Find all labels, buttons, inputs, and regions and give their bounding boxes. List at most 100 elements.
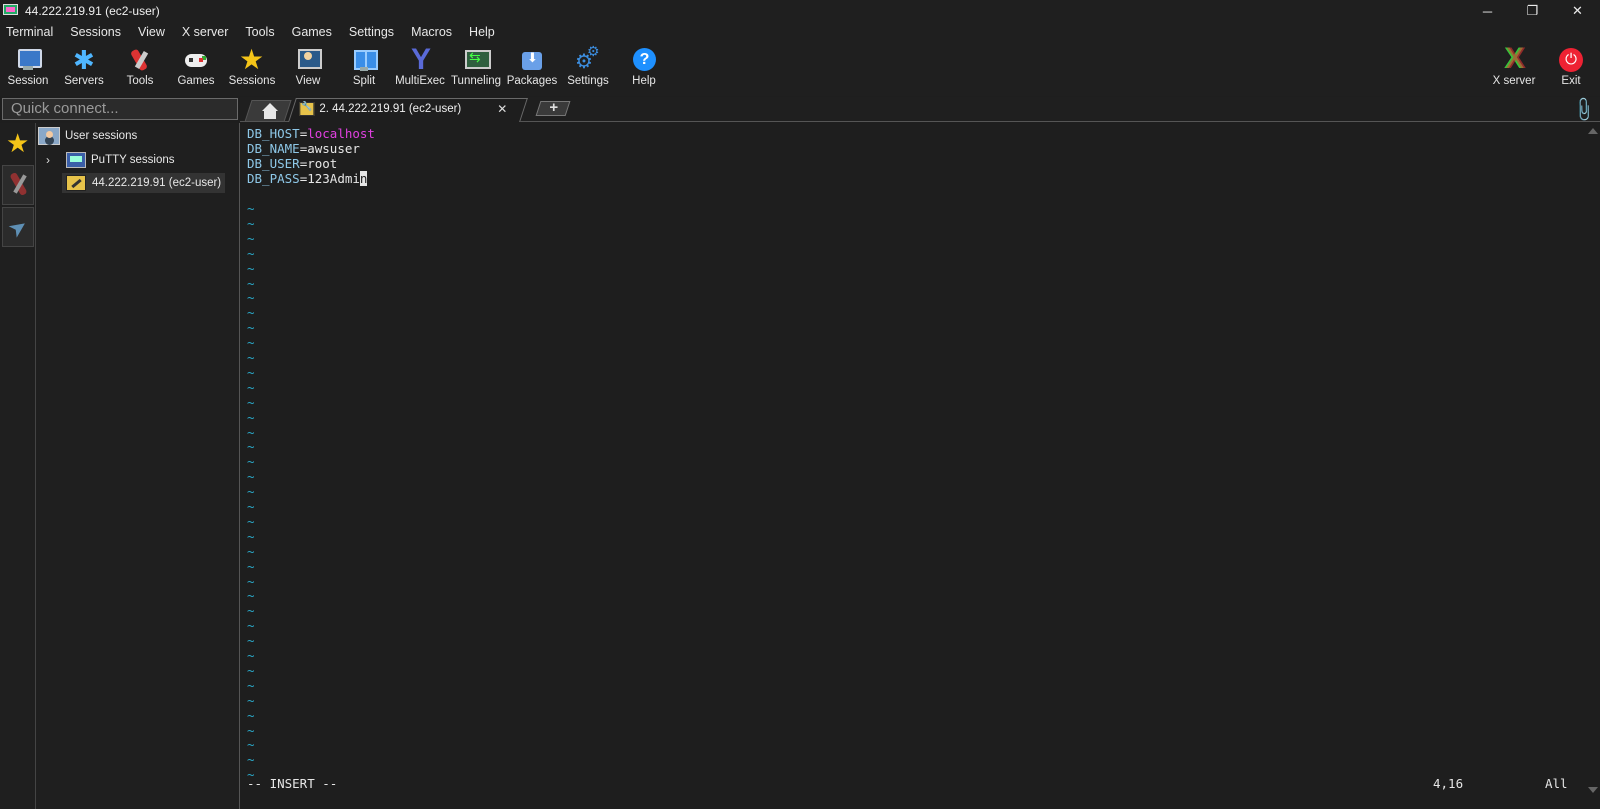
tab-close-icon[interactable]: ✕	[497, 102, 507, 116]
tab-session[interactable]: 2. 44.222.219.91 (ec2-user) ✕	[288, 98, 528, 122]
tilde-line: ~	[247, 260, 255, 276]
tilde-line: ~	[247, 543, 255, 559]
view-button[interactable]: View	[280, 44, 336, 94]
menu-view[interactable]: View	[138, 25, 165, 39]
tilde-line: ~	[247, 454, 255, 470]
help-button[interactable]: Help	[616, 44, 672, 94]
menu-xserver[interactable]: X server	[182, 25, 229, 39]
close-button[interactable]: ✕	[1555, 0, 1600, 22]
restore-button[interactable]: ❐	[1510, 0, 1555, 22]
tilde-line: ~	[247, 409, 255, 425]
tilde-line: ~	[247, 707, 255, 723]
split-button[interactable]: Split	[336, 44, 392, 94]
settings-button[interactable]: Settings	[560, 43, 616, 94]
servers-label: Servers	[64, 75, 104, 87]
tilde-line: ~	[247, 513, 255, 529]
tilde-line: ~	[247, 290, 255, 306]
tree-putty-sessions-label: PuTTY sessions	[91, 154, 175, 166]
tree-user-sessions[interactable]: User sessions	[38, 126, 137, 146]
tools-label: Tools	[126, 75, 154, 87]
sessions-label: Sessions	[228, 75, 276, 87]
scroll-indicator: All	[1545, 776, 1568, 791]
menu-bar: Terminal Sessions View X server Tools Ga…	[0, 22, 1600, 42]
quick-connect-input[interactable]: Quick connect...	[2, 98, 238, 120]
tilde-line: ~	[247, 245, 255, 261]
xserver-icon	[1501, 42, 1527, 76]
window-title: 44.222.219.91 (ec2-user)	[25, 4, 160, 18]
menu-tools[interactable]: Tools	[245, 25, 274, 39]
tilde-line: ~	[247, 305, 255, 321]
games-label: Games	[177, 75, 215, 87]
tree-active-session[interactable]: 44.222.219.91 (ec2-user)	[62, 173, 226, 193]
tilde-line: ~	[247, 335, 255, 351]
tree-putty-sessions[interactable]: › PuTTY sessions	[42, 150, 175, 170]
sidebar-vertical-tabs	[0, 123, 36, 809]
session-button[interactable]: Session	[0, 44, 56, 94]
tilde-line: ~	[247, 394, 255, 410]
terminal-line: DB_PASS=123Admin	[247, 171, 368, 186]
tools-button[interactable]: Tools	[112, 44, 168, 94]
tilde-line: ~	[247, 275, 255, 291]
vtab-sessions[interactable]	[2, 125, 34, 165]
scroll-up-icon[interactable]	[1588, 128, 1598, 134]
user-icon	[38, 127, 60, 145]
split-icon	[351, 47, 378, 73]
scroll-down-icon[interactable]	[1588, 787, 1598, 793]
tilde-line: ~	[247, 424, 255, 440]
gamepad-icon	[183, 47, 209, 73]
servers-button[interactable]: Servers	[56, 44, 112, 94]
tilde-line: ~	[247, 320, 255, 336]
terminal-scrollbar[interactable]	[1584, 124, 1600, 809]
new-tab-button[interactable]: +	[535, 99, 571, 116]
tilde-line: ~	[247, 692, 255, 708]
view-icon	[295, 47, 322, 73]
minimize-button[interactable]: ─	[1465, 0, 1510, 22]
packages-label: Packages	[506, 75, 558, 87]
terminal-line: DB_NAME=awsuser	[247, 141, 360, 156]
gear-icon	[575, 43, 601, 74]
tab-session-label: 2. 44.222.219.91 (ec2-user)	[319, 103, 462, 115]
menu-terminal[interactable]: Terminal	[6, 25, 53, 39]
xserver-button[interactable]: X server	[1486, 42, 1542, 94]
tilde-line: ~	[247, 633, 255, 649]
sessions-button[interactable]: Sessions	[224, 43, 280, 94]
vtab-tools[interactable]	[2, 165, 34, 205]
packages-button[interactable]: Packages	[504, 44, 560, 94]
multiexec-button[interactable]: MultiExec	[392, 43, 448, 94]
star-icon	[239, 43, 265, 76]
terminal-cursor: n	[359, 171, 368, 186]
chevron-right-icon[interactable]: ›	[42, 153, 54, 167]
help-label: Help	[632, 75, 656, 87]
view-label: View	[295, 75, 321, 87]
tilde-line: ~	[247, 215, 255, 231]
menu-help[interactable]: Help	[469, 25, 495, 39]
tilde-line: ~	[247, 364, 255, 380]
tab-home[interactable]	[244, 100, 292, 122]
vtab-sftp[interactable]	[2, 207, 34, 247]
key-icon	[299, 102, 315, 116]
session-icon	[15, 47, 42, 73]
sessions-tree: User sessions › PuTTY sessions 44.222.21…	[36, 123, 240, 809]
power-icon	[1558, 47, 1584, 73]
tilde-line: ~	[247, 722, 255, 738]
menu-sessions[interactable]: Sessions	[70, 25, 121, 39]
tilde-line: ~	[247, 528, 255, 544]
window-controls: ─ ❐ ✕	[1465, 0, 1600, 22]
tilde-line: ~	[247, 201, 255, 216]
tilde-line: ~	[247, 439, 255, 455]
tilde-line: ~	[247, 662, 255, 678]
exit-button[interactable]: Exit	[1543, 44, 1599, 94]
tunneling-label: Tunneling	[450, 75, 502, 87]
menu-macros[interactable]: Macros	[411, 25, 452, 39]
games-button[interactable]: Games	[168, 44, 224, 94]
tilde-line: ~	[247, 469, 255, 485]
terminal-line: DB_HOST=localhost	[247, 126, 375, 141]
cursor-position: 4,16	[1433, 776, 1464, 791]
toolbar: Session Servers Tools Games Sessions Vie…	[0, 42, 1600, 96]
tunneling-button[interactable]: Tunneling	[448, 44, 504, 94]
tilde-line: ~	[247, 484, 255, 500]
menu-games[interactable]: Games	[292, 25, 332, 39]
menu-settings[interactable]: Settings	[349, 25, 394, 39]
terminal-area[interactable]: DB_HOST=localhost DB_NAME=awsuser DB_USE…	[243, 124, 1583, 809]
putty-icon	[66, 152, 86, 168]
